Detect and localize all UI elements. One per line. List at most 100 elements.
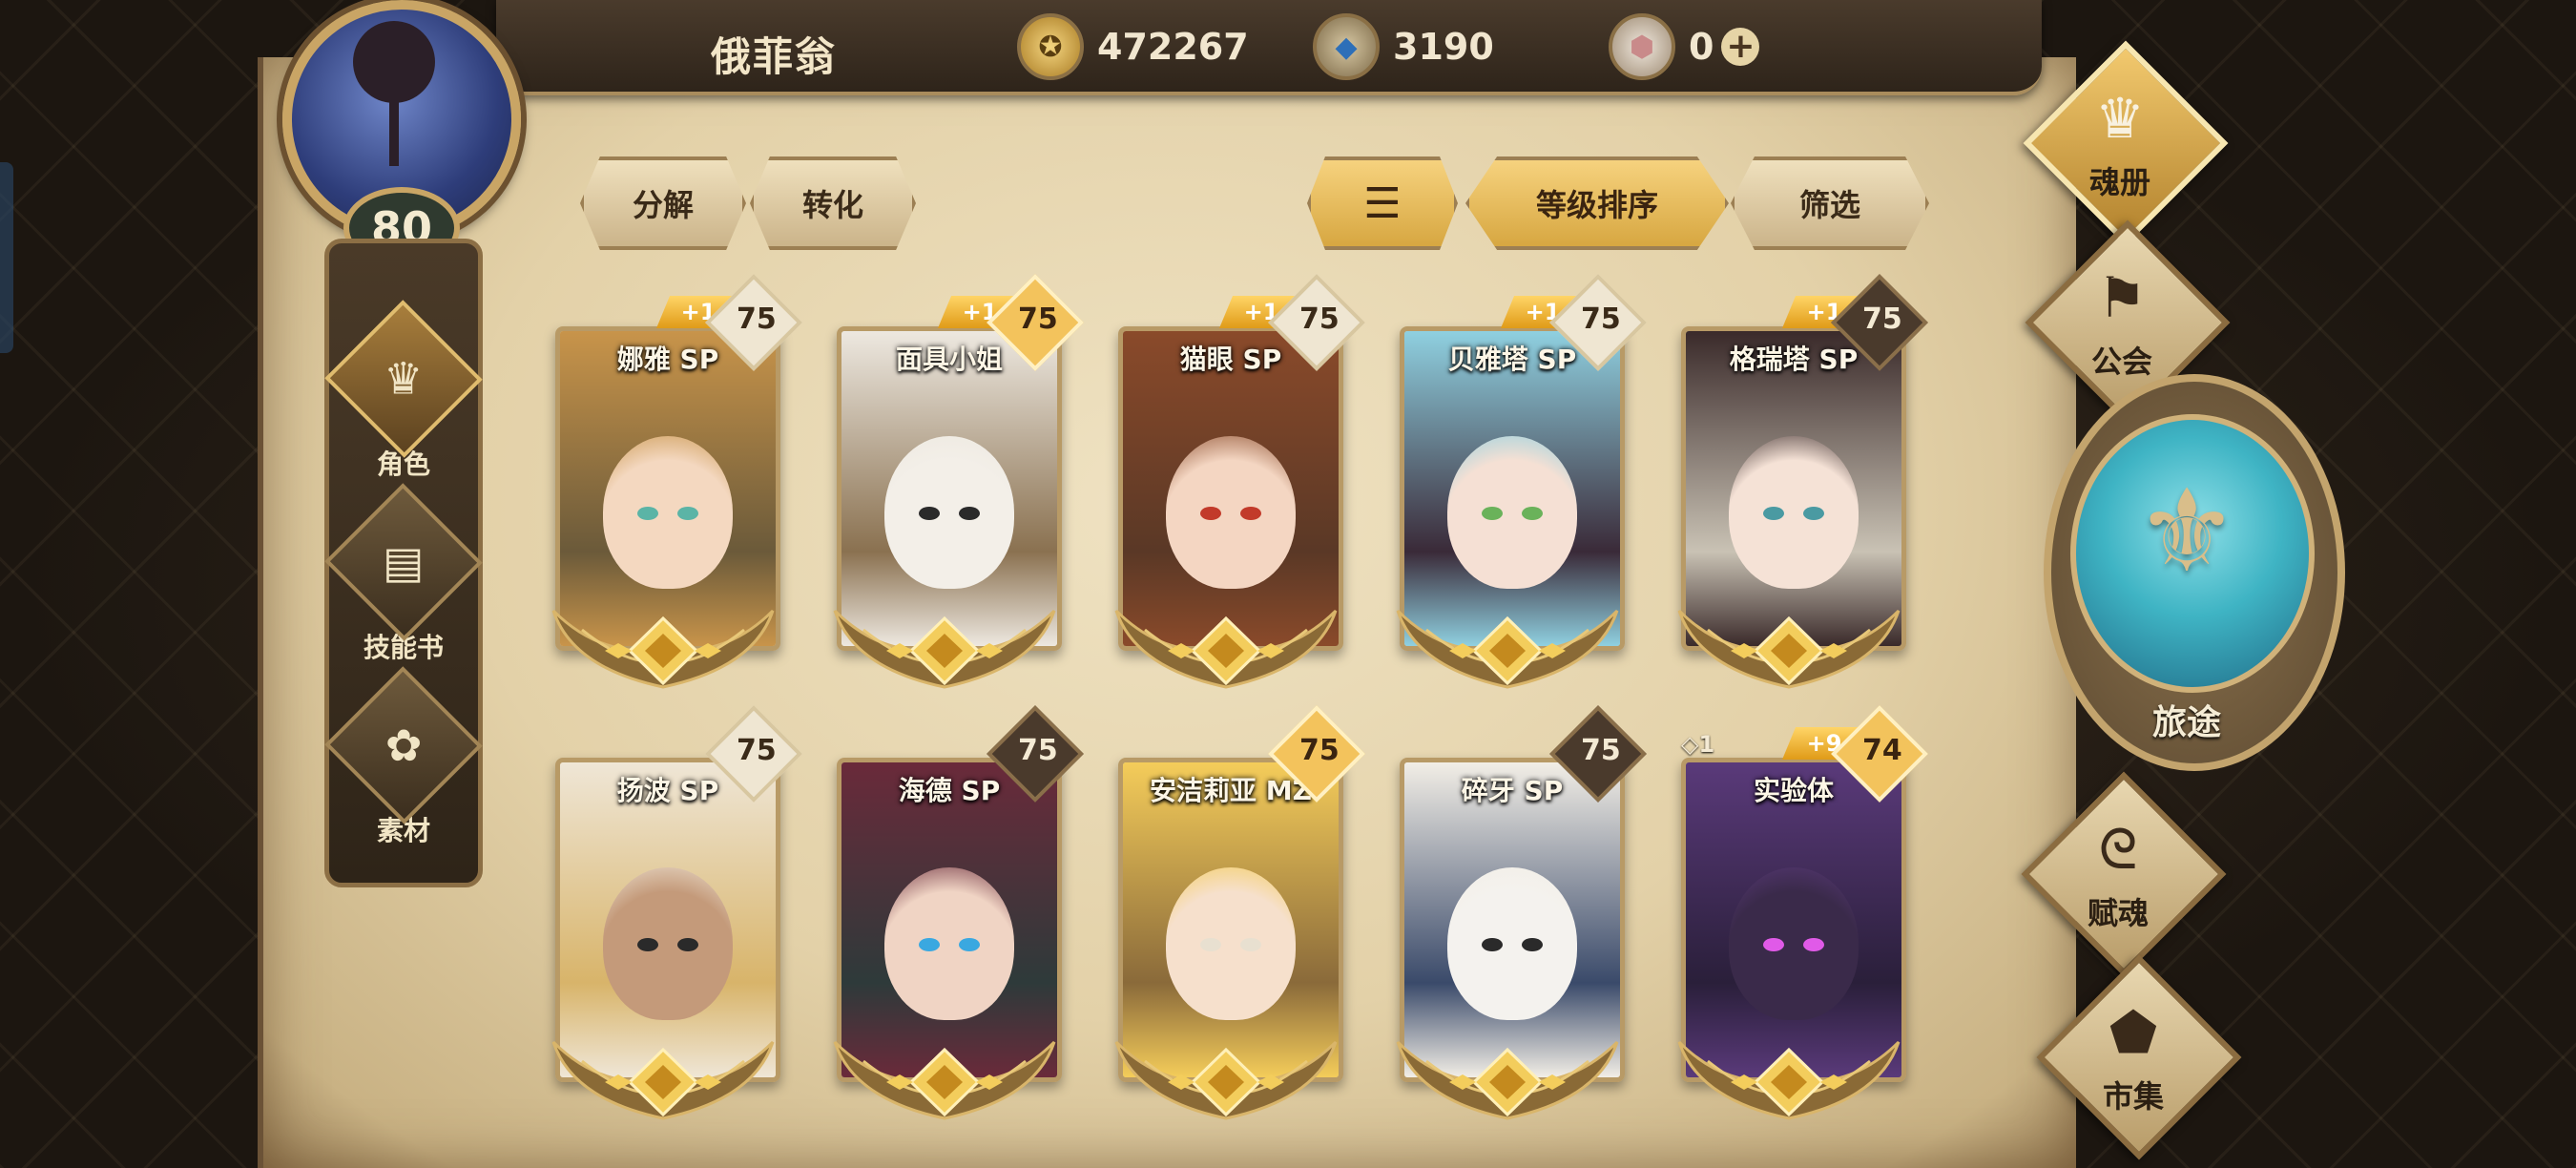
gem-value: 0 <box>1689 26 1714 68</box>
filter-button[interactable]: 筛选 <box>1731 156 1929 250</box>
character-card[interactable]: 猫眼 SP +1 75 <box>1107 274 1365 706</box>
journey-button[interactable]: ⚜ 旅途 <box>2044 374 2345 771</box>
market-label: 市集 <box>2102 1078 2164 1115</box>
sort-order-button[interactable]: ☰ <box>1307 156 1458 250</box>
rarity-wings-icon <box>544 1023 782 1128</box>
character-eye <box>677 938 698 951</box>
character-face <box>884 436 1014 589</box>
character-eye <box>959 507 980 520</box>
nav-skillbook-diamond: ▤ <box>324 483 483 641</box>
character-eye <box>1763 938 1784 951</box>
character-face <box>1166 867 1296 1020</box>
endow-soul-button[interactable]: ᘓ 赋魂 <box>2021 771 2227 977</box>
character-level-value: 75 <box>1017 302 1058 337</box>
character-face <box>1447 436 1577 589</box>
sort-by-level-button[interactable]: 等级排序 <box>1465 156 1729 250</box>
rarity-wings-icon <box>1107 592 1345 697</box>
nav-item-material[interactable]: ✿ 素材 <box>324 666 483 848</box>
gold-value: 472267 <box>1097 26 1249 68</box>
character-eye <box>1240 507 1261 520</box>
endow-soul-label: 赋魂 <box>2087 895 2149 931</box>
character-face <box>884 867 1014 1020</box>
crystal-icon: ◆ <box>1313 13 1380 80</box>
decompose-button[interactable]: 分解 <box>580 156 746 250</box>
character-face <box>603 436 733 589</box>
player-avatar[interactable]: 80 <box>258 0 544 269</box>
rarity-wings-icon <box>1670 1023 1908 1128</box>
character-eye <box>1200 938 1221 951</box>
nav-character-diamond: ♛ <box>324 300 483 458</box>
character-card[interactable]: 安洁莉亚 MZ 75 <box>1107 705 1365 1137</box>
character-card[interactable]: 格瑞塔 SP +1 75 <box>1670 274 1928 706</box>
soul-book-icon: ♛ <box>2095 86 2145 151</box>
character-eye <box>1200 507 1221 520</box>
character-level-value: 75 <box>1580 302 1621 337</box>
sort-icon: ☰ <box>1363 178 1402 228</box>
soul-book-label: 魂册 <box>2088 164 2150 200</box>
character-face <box>1729 436 1859 589</box>
player-name: 俄菲翁 <box>711 33 838 80</box>
market-gem-icon: ⬟ <box>2109 1000 2158 1065</box>
character-eye <box>919 938 940 951</box>
character-level-value: 75 <box>1017 734 1058 768</box>
add-gem-button[interactable]: + <box>1721 28 1760 66</box>
helmet-icon: ♛ <box>384 353 424 405</box>
character-card[interactable]: 贝雅塔 SP +1 75 <box>1388 274 1647 706</box>
character-face <box>1447 867 1577 1020</box>
character-face <box>603 867 733 1020</box>
character-eye <box>1803 938 1824 951</box>
character-card[interactable]: 海德 SP 75 <box>825 705 1084 1137</box>
material-icon: ✿ <box>384 719 423 771</box>
character-level-value: 75 <box>1298 734 1340 768</box>
character-face <box>1729 867 1859 1020</box>
character-level-value: 75 <box>1298 302 1340 337</box>
character-eye <box>1522 507 1543 520</box>
edge-handle <box>0 162 13 353</box>
rarity-wings-icon <box>1388 1023 1627 1128</box>
avatar-neck <box>389 99 399 166</box>
book-icon: ▤ <box>383 536 425 588</box>
journey-emblem-icon: ⚜ <box>2135 466 2238 598</box>
character-card[interactable]: 娜雅 SP +1 75 <box>544 274 802 706</box>
character-eye <box>1803 507 1824 520</box>
avatar-head <box>353 21 435 103</box>
character-eye <box>637 938 658 951</box>
journey-label: 旅途 <box>2151 703 2221 742</box>
rarity-wings-icon <box>544 592 782 697</box>
character-card[interactable]: 实验体 +9 ◇1 74 <box>1670 705 1928 1137</box>
character-card[interactable]: 面具小姐 +1 75 <box>825 274 1084 706</box>
character-level-value: 74 <box>1861 734 1902 768</box>
character-level-value: 75 <box>1580 734 1621 768</box>
character-eye <box>919 507 940 520</box>
rarity-wings-icon <box>1670 592 1908 697</box>
convert-button[interactable]: 转化 <box>750 156 916 250</box>
character-eye <box>959 938 980 951</box>
character-eye <box>677 507 698 520</box>
character-level-value: 75 <box>1861 302 1902 337</box>
market-button[interactable]: ⬟ 市集 <box>2036 954 2242 1160</box>
character-eye <box>1763 507 1784 520</box>
character-eye <box>1240 938 1261 951</box>
currency-gold: ✪ 472267 <box>1017 13 1249 80</box>
gem-icon: ⬢ <box>1609 13 1675 80</box>
coin-icon: ✪ <box>1017 13 1084 80</box>
nav-item-skillbook[interactable]: ▤ 技能书 <box>324 483 483 665</box>
left-nav: ♛ 角色 ▤ 技能书 ✿ 素材 <box>324 239 483 887</box>
crystal-value: 3190 <box>1393 26 1494 68</box>
rarity-wings-icon <box>1388 592 1627 697</box>
character-card[interactable]: 扬波 SP 75 <box>544 705 802 1137</box>
character-face <box>1166 436 1296 589</box>
rarity-wings-icon <box>825 1023 1064 1128</box>
character-eye <box>637 507 658 520</box>
nav-material-diamond: ✿ <box>324 666 483 824</box>
character-eye <box>1482 938 1503 951</box>
spiral-icon: ᘓ <box>2098 817 2138 882</box>
character-level-value: 75 <box>736 734 777 768</box>
currency-crystal: ◆ 3190 <box>1313 13 1494 80</box>
soul-book-button[interactable]: ♛ 魂册 <box>2023 40 2229 246</box>
character-eye <box>1482 507 1503 520</box>
character-card[interactable]: 碎牙 SP 75 <box>1388 705 1647 1137</box>
nav-item-character[interactable]: ♛ 角色 <box>324 300 483 482</box>
rarity-wings-icon <box>825 592 1064 697</box>
diamond-count-tag: ◇1 <box>1681 731 1715 758</box>
